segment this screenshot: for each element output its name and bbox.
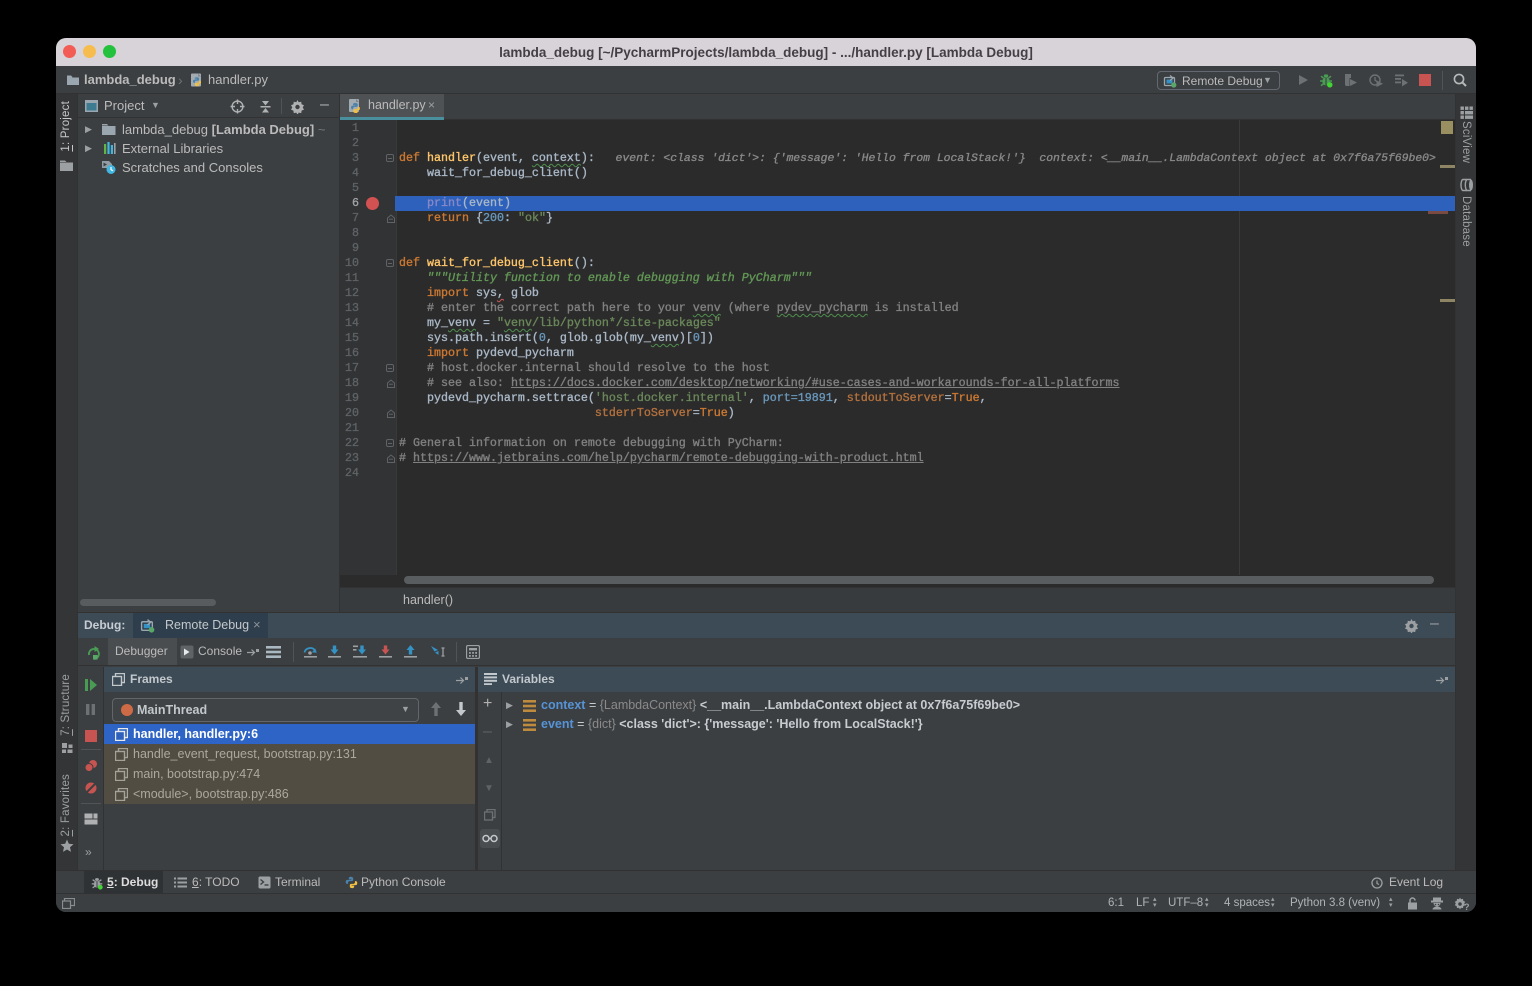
svg-text:?: ?	[1464, 902, 1470, 911]
